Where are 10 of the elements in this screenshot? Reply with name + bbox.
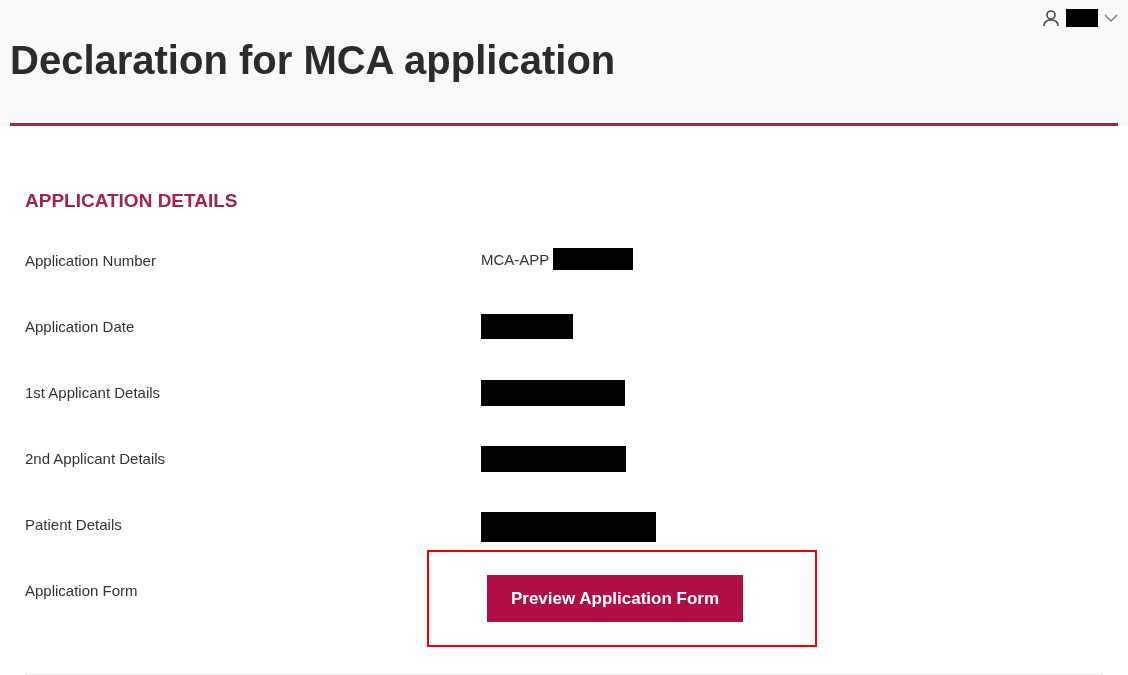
page-title: Declaration for MCA application <box>10 37 617 84</box>
field-label: Patient Details <box>25 516 123 534</box>
field-label: Application Date <box>25 318 136 336</box>
field-label: 2nd Applicant Details <box>25 450 167 468</box>
field-label: Application Form <box>25 582 139 600</box>
field-label: 1st Applicant Details <box>25 384 162 402</box>
field-label: Application Number <box>25 252 157 270</box>
preview-application-form-button[interactable]: Preview Application Form <box>487 575 743 622</box>
field-value: MCA-APP <box>481 250 550 268</box>
section-heading: APPLICATION DETAILS <box>25 190 239 212</box>
